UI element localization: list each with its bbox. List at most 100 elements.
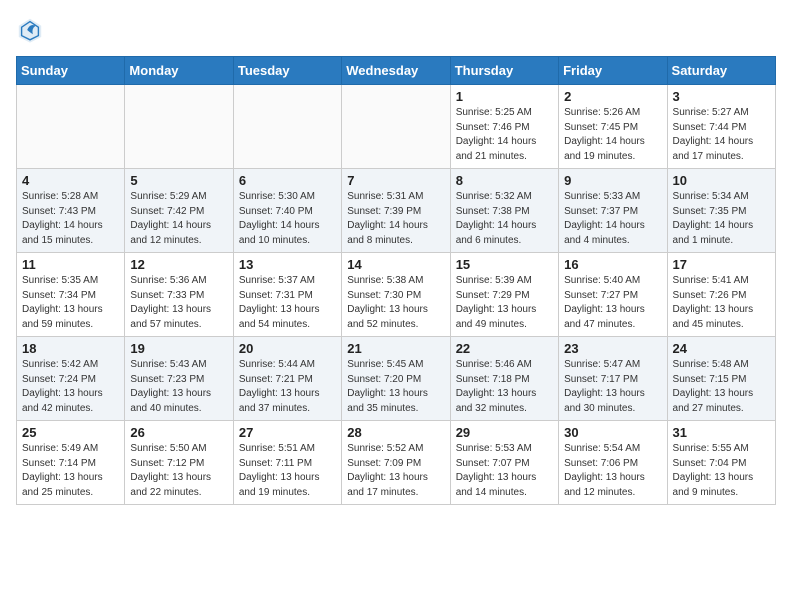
calendar-cell: 30 Sunrise: 5:54 AM Sunset: 7:06 PM Dayli… bbox=[559, 421, 667, 505]
day-info: Sunrise: 5:44 AM Sunset: 7:21 PM Dayligh… bbox=[239, 358, 336, 416]
day-number: 30 bbox=[564, 425, 661, 440]
day-info: Sunrise: 5:48 AM Sunset: 7:15 PM Dayligh… bbox=[673, 358, 770, 416]
calendar-cell: 20Sunrise: 5:44 AM Sunset: 7:21 PM Dayli… bbox=[233, 337, 341, 421]
calendar-cell: 31 Sunrise: 5:55 AM Sunset: 7:04 PM Dayli… bbox=[667, 421, 775, 505]
calendar-cell: 12 Sunrise: 5:36 AM Sunset: 7:33 PM Dayli… bbox=[125, 253, 233, 337]
weekday-header-saturday: Saturday bbox=[667, 57, 775, 85]
calendar-cell: 27Sunrise: 5:51 AM Sunset: 7:11 PM Dayli… bbox=[233, 421, 341, 505]
calendar-cell: 14 Sunrise: 5:38 AM Sunset: 7:30 PM Dayli… bbox=[342, 253, 450, 337]
calendar-cell: 6 Sunrise: 5:30 AM Sunset: 7:40 PM Daylig… bbox=[233, 169, 341, 253]
day-info: Sunrise: 5:47 AM Sunset: 7:17 PM Dayligh… bbox=[564, 358, 661, 416]
day-number: 13 bbox=[239, 257, 336, 272]
day-number: 24 bbox=[673, 341, 770, 356]
day-info: Sunrise: 5:55 AM Sunset: 7:04 PM Dayligh… bbox=[673, 442, 770, 500]
calendar-cell: 11 Sunrise: 5:35 AM Sunset: 7:34 PM Dayli… bbox=[17, 253, 125, 337]
calendar-cell: 22 Sunrise: 5:46 AM Sunset: 7:18 PM Dayli… bbox=[450, 337, 558, 421]
calendar-cell: 25Sunrise: 5:49 AM Sunset: 7:14 PM Dayli… bbox=[17, 421, 125, 505]
weekday-header-friday: Friday bbox=[559, 57, 667, 85]
day-number: 12 bbox=[130, 257, 227, 272]
calendar-cell: 2 Sunrise: 5:26 AM Sunset: 7:45 PM Daylig… bbox=[559, 85, 667, 169]
logo bbox=[16, 16, 48, 44]
day-info: Sunrise: 5:32 AM Sunset: 7:38 PM Dayligh… bbox=[456, 190, 553, 248]
calendar-week-2: 4 Sunrise: 5:28 AM Sunset: 7:43 PM Daylig… bbox=[17, 169, 776, 253]
day-info: Sunrise: 5:26 AM Sunset: 7:45 PM Dayligh… bbox=[564, 106, 661, 164]
day-info: Sunrise: 5:33 AM Sunset: 7:37 PM Dayligh… bbox=[564, 190, 661, 248]
calendar-cell: 17Sunrise: 5:41 AM Sunset: 7:26 PM Dayli… bbox=[667, 253, 775, 337]
calendar-cell: 13Sunrise: 5:37 AM Sunset: 7:31 PM Dayli… bbox=[233, 253, 341, 337]
day-number: 15 bbox=[456, 257, 553, 272]
day-number: 7 bbox=[347, 173, 444, 188]
day-number: 9 bbox=[564, 173, 661, 188]
day-number: 10 bbox=[673, 173, 770, 188]
day-info: Sunrise: 5:27 AM Sunset: 7:44 PM Dayligh… bbox=[673, 106, 770, 164]
day-number: 28 bbox=[347, 425, 444, 440]
day-info: Sunrise: 5:52 AM Sunset: 7:09 PM Dayligh… bbox=[347, 442, 444, 500]
day-info: Sunrise: 5:53 AM Sunset: 7:07 PM Dayligh… bbox=[456, 442, 553, 500]
calendar-cell: 18 Sunrise: 5:42 AM Sunset: 7:24 PM Dayli… bbox=[17, 337, 125, 421]
day-number: 31 bbox=[673, 425, 770, 440]
calendar-cell: 1Sunrise: 5:25 AM Sunset: 7:46 PM Daylig… bbox=[450, 85, 558, 169]
day-number: 29 bbox=[456, 425, 553, 440]
calendar-cell: 9 Sunrise: 5:33 AM Sunset: 7:37 PM Daylig… bbox=[559, 169, 667, 253]
day-info: Sunrise: 5:34 AM Sunset: 7:35 PM Dayligh… bbox=[673, 190, 770, 248]
day-info: Sunrise: 5:36 AM Sunset: 7:33 PM Dayligh… bbox=[130, 274, 227, 332]
weekday-header-wednesday: Wednesday bbox=[342, 57, 450, 85]
day-number: 6 bbox=[239, 173, 336, 188]
calendar-cell: 15 Sunrise: 5:39 AM Sunset: 7:29 PM Dayli… bbox=[450, 253, 558, 337]
day-info: Sunrise: 5:35 AM Sunset: 7:34 PM Dayligh… bbox=[22, 274, 119, 332]
day-number: 27 bbox=[239, 425, 336, 440]
day-info: Sunrise: 5:31 AM Sunset: 7:39 PM Dayligh… bbox=[347, 190, 444, 248]
weekday-header-monday: Monday bbox=[125, 57, 233, 85]
calendar-cell: 3 Sunrise: 5:27 AM Sunset: 7:44 PM Daylig… bbox=[667, 85, 775, 169]
day-number: 11 bbox=[22, 257, 119, 272]
calendar-cell: 5 Sunrise: 5:29 AM Sunset: 7:42 PM Daylig… bbox=[125, 169, 233, 253]
day-number: 17 bbox=[673, 257, 770, 272]
page-header bbox=[16, 16, 776, 44]
calendar-cell: 26 Sunrise: 5:50 AM Sunset: 7:12 PM Dayli… bbox=[125, 421, 233, 505]
weekday-header-tuesday: Tuesday bbox=[233, 57, 341, 85]
calendar-cell bbox=[125, 85, 233, 169]
day-info: Sunrise: 5:49 AM Sunset: 7:14 PM Dayligh… bbox=[22, 442, 119, 500]
weekday-header-row: SundayMondayTuesdayWednesdayThursdayFrid… bbox=[17, 57, 776, 85]
calendar-cell: 21Sunrise: 5:45 AM Sunset: 7:20 PM Dayli… bbox=[342, 337, 450, 421]
day-info: Sunrise: 5:38 AM Sunset: 7:30 PM Dayligh… bbox=[347, 274, 444, 332]
calendar-cell: 10 Sunrise: 5:34 AM Sunset: 7:35 PM Dayli… bbox=[667, 169, 775, 253]
day-number: 19 bbox=[130, 341, 227, 356]
day-info: Sunrise: 5:43 AM Sunset: 7:23 PM Dayligh… bbox=[130, 358, 227, 416]
calendar-table: SundayMondayTuesdayWednesdayThursdayFrid… bbox=[16, 56, 776, 505]
calendar-cell: 16 Sunrise: 5:40 AM Sunset: 7:27 PM Dayli… bbox=[559, 253, 667, 337]
logo-icon bbox=[16, 16, 44, 44]
calendar-cell: 23Sunrise: 5:47 AM Sunset: 7:17 PM Dayli… bbox=[559, 337, 667, 421]
day-number: 3 bbox=[673, 89, 770, 104]
day-number: 26 bbox=[130, 425, 227, 440]
day-number: 16 bbox=[564, 257, 661, 272]
calendar-cell: 7 Sunrise: 5:31 AM Sunset: 7:39 PM Daylig… bbox=[342, 169, 450, 253]
calendar-cell: 29 Sunrise: 5:53 AM Sunset: 7:07 PM Dayli… bbox=[450, 421, 558, 505]
calendar-cell: 8 Sunrise: 5:32 AM Sunset: 7:38 PM Daylig… bbox=[450, 169, 558, 253]
calendar-cell bbox=[233, 85, 341, 169]
calendar-week-3: 11 Sunrise: 5:35 AM Sunset: 7:34 PM Dayli… bbox=[17, 253, 776, 337]
weekday-header-sunday: Sunday bbox=[17, 57, 125, 85]
day-info: Sunrise: 5:30 AM Sunset: 7:40 PM Dayligh… bbox=[239, 190, 336, 248]
day-info: Sunrise: 5:50 AM Sunset: 7:12 PM Dayligh… bbox=[130, 442, 227, 500]
day-number: 2 bbox=[564, 89, 661, 104]
day-number: 22 bbox=[456, 341, 553, 356]
day-info: Sunrise: 5:39 AM Sunset: 7:29 PM Dayligh… bbox=[456, 274, 553, 332]
day-number: 18 bbox=[22, 341, 119, 356]
day-number: 14 bbox=[347, 257, 444, 272]
day-info: Sunrise: 5:42 AM Sunset: 7:24 PM Dayligh… bbox=[22, 358, 119, 416]
day-number: 8 bbox=[456, 173, 553, 188]
weekday-header-thursday: Thursday bbox=[450, 57, 558, 85]
day-number: 4 bbox=[22, 173, 119, 188]
day-info: Sunrise: 5:54 AM Sunset: 7:06 PM Dayligh… bbox=[564, 442, 661, 500]
day-number: 21 bbox=[347, 341, 444, 356]
calendar-week-4: 18 Sunrise: 5:42 AM Sunset: 7:24 PM Dayli… bbox=[17, 337, 776, 421]
calendar-cell bbox=[342, 85, 450, 169]
day-info: Sunrise: 5:46 AM Sunset: 7:18 PM Dayligh… bbox=[456, 358, 553, 416]
day-number: 5 bbox=[130, 173, 227, 188]
day-info: Sunrise: 5:40 AM Sunset: 7:27 PM Dayligh… bbox=[564, 274, 661, 332]
calendar-week-5: 25Sunrise: 5:49 AM Sunset: 7:14 PM Dayli… bbox=[17, 421, 776, 505]
day-info: Sunrise: 5:29 AM Sunset: 7:42 PM Dayligh… bbox=[130, 190, 227, 248]
day-info: Sunrise: 5:28 AM Sunset: 7:43 PM Dayligh… bbox=[22, 190, 119, 248]
calendar-cell: 4 Sunrise: 5:28 AM Sunset: 7:43 PM Daylig… bbox=[17, 169, 125, 253]
